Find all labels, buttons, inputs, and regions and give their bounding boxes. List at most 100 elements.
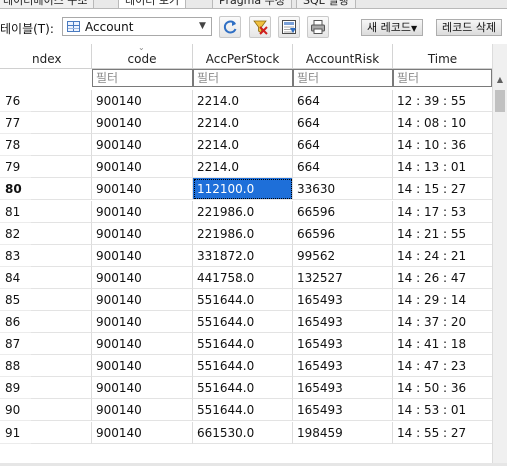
clear-filters-button[interactable] [249, 16, 271, 38]
cell-code[interactable]: 900140 [92, 200, 193, 223]
cell-index[interactable] [31, 311, 92, 333]
row-number[interactable]: 86 [0, 311, 31, 333]
cell-time[interactable]: 12 : 39 : 55 [393, 90, 492, 112]
row-number[interactable]: 83 [0, 245, 31, 267]
cell-accountrisk[interactable]: 165493 [293, 333, 393, 356]
cell-accountrisk[interactable]: 66596 [293, 222, 393, 245]
row-number[interactable]: 84 [0, 267, 31, 289]
cell-time[interactable]: 14 : 47 : 23 [393, 355, 492, 378]
cell-accperstock[interactable]: 441758.0 [193, 266, 293, 289]
cell-index[interactable] [31, 244, 92, 267]
cell-index[interactable] [31, 222, 92, 245]
scroll-up-icon[interactable]: ▲ [493, 72, 507, 88]
cell-code[interactable]: 900140 [92, 333, 193, 356]
cell-code[interactable]: 900140 [92, 399, 193, 422]
cell-accountrisk[interactable]: 132527 [293, 266, 393, 289]
cell-accperstock[interactable]: 551644.0 [193, 311, 293, 333]
cell-index[interactable] [31, 266, 92, 289]
filter-input-code[interactable]: 필터 [92, 69, 193, 87]
cell-accountrisk[interactable]: 664 [293, 134, 393, 157]
table-row[interactable]: 86 900140 551644.0 165493 14 : 37 : 20 [0, 311, 492, 333]
cell-time[interactable]: 14 : 37 : 20 [393, 311, 492, 333]
cell-accperstock[interactable]: 2214.0 [193, 112, 293, 135]
cell-accperstock[interactable]: 661530.0 [193, 421, 293, 444]
column-header-index[interactable]: ndex [0, 44, 92, 68]
table-row[interactable]: 79 900140 2214.0 664 14 : 13 : 01 [0, 156, 492, 179]
cell-code[interactable]: 900140 [92, 112, 193, 135]
row-number[interactable]: 79 [0, 156, 31, 179]
table-row[interactable]: 84 900140 441758.0 132527 14 : 26 : 47 [0, 266, 492, 289]
cell-time[interactable]: 14 : 10 : 36 [393, 134, 492, 157]
filter-input-accountrisk[interactable]: 필터 [293, 69, 393, 87]
table-row[interactable]: 77 900140 2214.0 664 14 : 08 : 10 [0, 112, 492, 135]
cell-index[interactable] [31, 288, 92, 311]
cell-code[interactable]: 900140 [92, 178, 193, 201]
delete-record-button[interactable]: 레코드 삭제 [436, 19, 503, 36]
cell-time[interactable]: 14 : 41 : 18 [393, 333, 492, 356]
column-header-code[interactable]: ⌄ code [92, 44, 193, 68]
cell-code[interactable]: 900140 [92, 134, 193, 157]
cell-time[interactable]: 14 : 26 : 47 [393, 267, 492, 289]
table-row[interactable]: 83 900140 331872.0 99562 14 : 24 : 21 [0, 244, 492, 267]
cell-accperstock[interactable]: 221986.0 [193, 222, 293, 245]
cell-accountrisk[interactable]: 33630 [293, 178, 393, 201]
cell-code[interactable]: 900140 [92, 90, 193, 112]
table-row[interactable]: 82 900140 221986.0 66596 14 : 21 : 55 [0, 222, 492, 245]
tab-database-structure[interactable]: 데이터베이스 구조 [0, 0, 95, 8]
table-row[interactable]: 80 900140 112100.0 33630 14 : 15 : 27 [0, 178, 492, 201]
cell-code[interactable]: 900140 [92, 311, 193, 333]
table-row[interactable]: 78 900140 2214.0 664 14 : 10 : 36 [0, 134, 492, 157]
table-row[interactable]: 76 900140 2214.0 664 12 : 39 : 55 [0, 90, 492, 112]
cell-accountrisk[interactable]: 664 [293, 90, 393, 112]
cell-accperstock[interactable]: 2214.0 [193, 156, 293, 179]
table-row[interactable]: 87 900140 551644.0 165493 14 : 41 : 18 [0, 333, 492, 356]
cell-index[interactable] [31, 134, 92, 157]
cell-accountrisk[interactable]: 664 [293, 112, 393, 135]
cell-time[interactable]: 14 : 50 : 36 [393, 377, 492, 400]
row-number[interactable]: 78 [0, 134, 31, 157]
row-number[interactable]: 91 [0, 422, 31, 444]
cell-accountrisk[interactable]: 165493 [293, 311, 393, 333]
table-select[interactable]: Account ▼ [62, 17, 212, 36]
cell-accperstock[interactable]: 112100.0 [193, 178, 293, 201]
cell-time[interactable]: 14 : 29 : 14 [393, 289, 492, 311]
filter-input-time[interactable]: 필터 [393, 69, 492, 87]
cell-accountrisk[interactable]: 198459 [293, 421, 393, 444]
cell-accperstock[interactable]: 551644.0 [193, 333, 293, 356]
cell-accperstock[interactable]: 551644.0 [193, 355, 293, 378]
column-header-accountrisk[interactable]: AccountRisk [293, 44, 393, 68]
cell-index[interactable] [31, 178, 92, 201]
cell-accountrisk[interactable]: 99562 [293, 244, 393, 267]
table-row[interactable]: 85 900140 551644.0 165493 14 : 29 : 14 [0, 288, 492, 311]
tab-edit-pragmas[interactable]: Pragma 수정 [212, 0, 292, 8]
tab-execute-sql[interactable]: SQL 실행 [296, 0, 356, 8]
cell-code[interactable]: 900140 [92, 288, 193, 311]
table-row[interactable]: 81 900140 221986.0 66596 14 : 17 : 53 [0, 200, 492, 223]
cell-accountrisk[interactable]: 165493 [293, 288, 393, 311]
cell-accperstock[interactable]: 2214.0 [193, 90, 293, 112]
cell-time[interactable]: 14 : 08 : 10 [393, 112, 492, 135]
row-number[interactable]: 76 [0, 90, 31, 112]
print-button[interactable] [307, 16, 329, 38]
cell-code[interactable]: 900140 [92, 156, 193, 179]
cell-index[interactable] [31, 399, 92, 422]
cell-accperstock[interactable]: 2214.0 [193, 134, 293, 157]
row-number[interactable]: 87 [0, 333, 31, 356]
table-row[interactable]: 88 900140 551644.0 165493 14 : 47 : 23 [0, 355, 492, 378]
row-number[interactable]: 77 [0, 112, 31, 135]
row-number[interactable]: 89 [0, 377, 31, 400]
cell-index[interactable] [31, 200, 92, 223]
cell-code[interactable]: 900140 [92, 421, 193, 444]
cell-index[interactable] [31, 355, 92, 378]
row-number[interactable]: 82 [0, 223, 31, 245]
cell-code[interactable]: 900140 [92, 222, 193, 245]
tab-browse-data[interactable]: 데이터 보기 [118, 0, 187, 8]
cell-time[interactable]: 14 : 53 : 01 [393, 399, 492, 422]
cell-accperstock[interactable]: 551644.0 [193, 288, 293, 311]
table-row[interactable]: 89 900140 551644.0 165493 14 : 50 : 36 [0, 377, 492, 400]
cell-accountrisk[interactable]: 165493 [293, 377, 393, 400]
column-header-time[interactable]: Time [393, 44, 492, 68]
cell-time[interactable]: 14 : 15 : 27 [393, 178, 492, 201]
cell-index[interactable] [31, 156, 92, 179]
row-number[interactable]: 85 [0, 289, 31, 311]
